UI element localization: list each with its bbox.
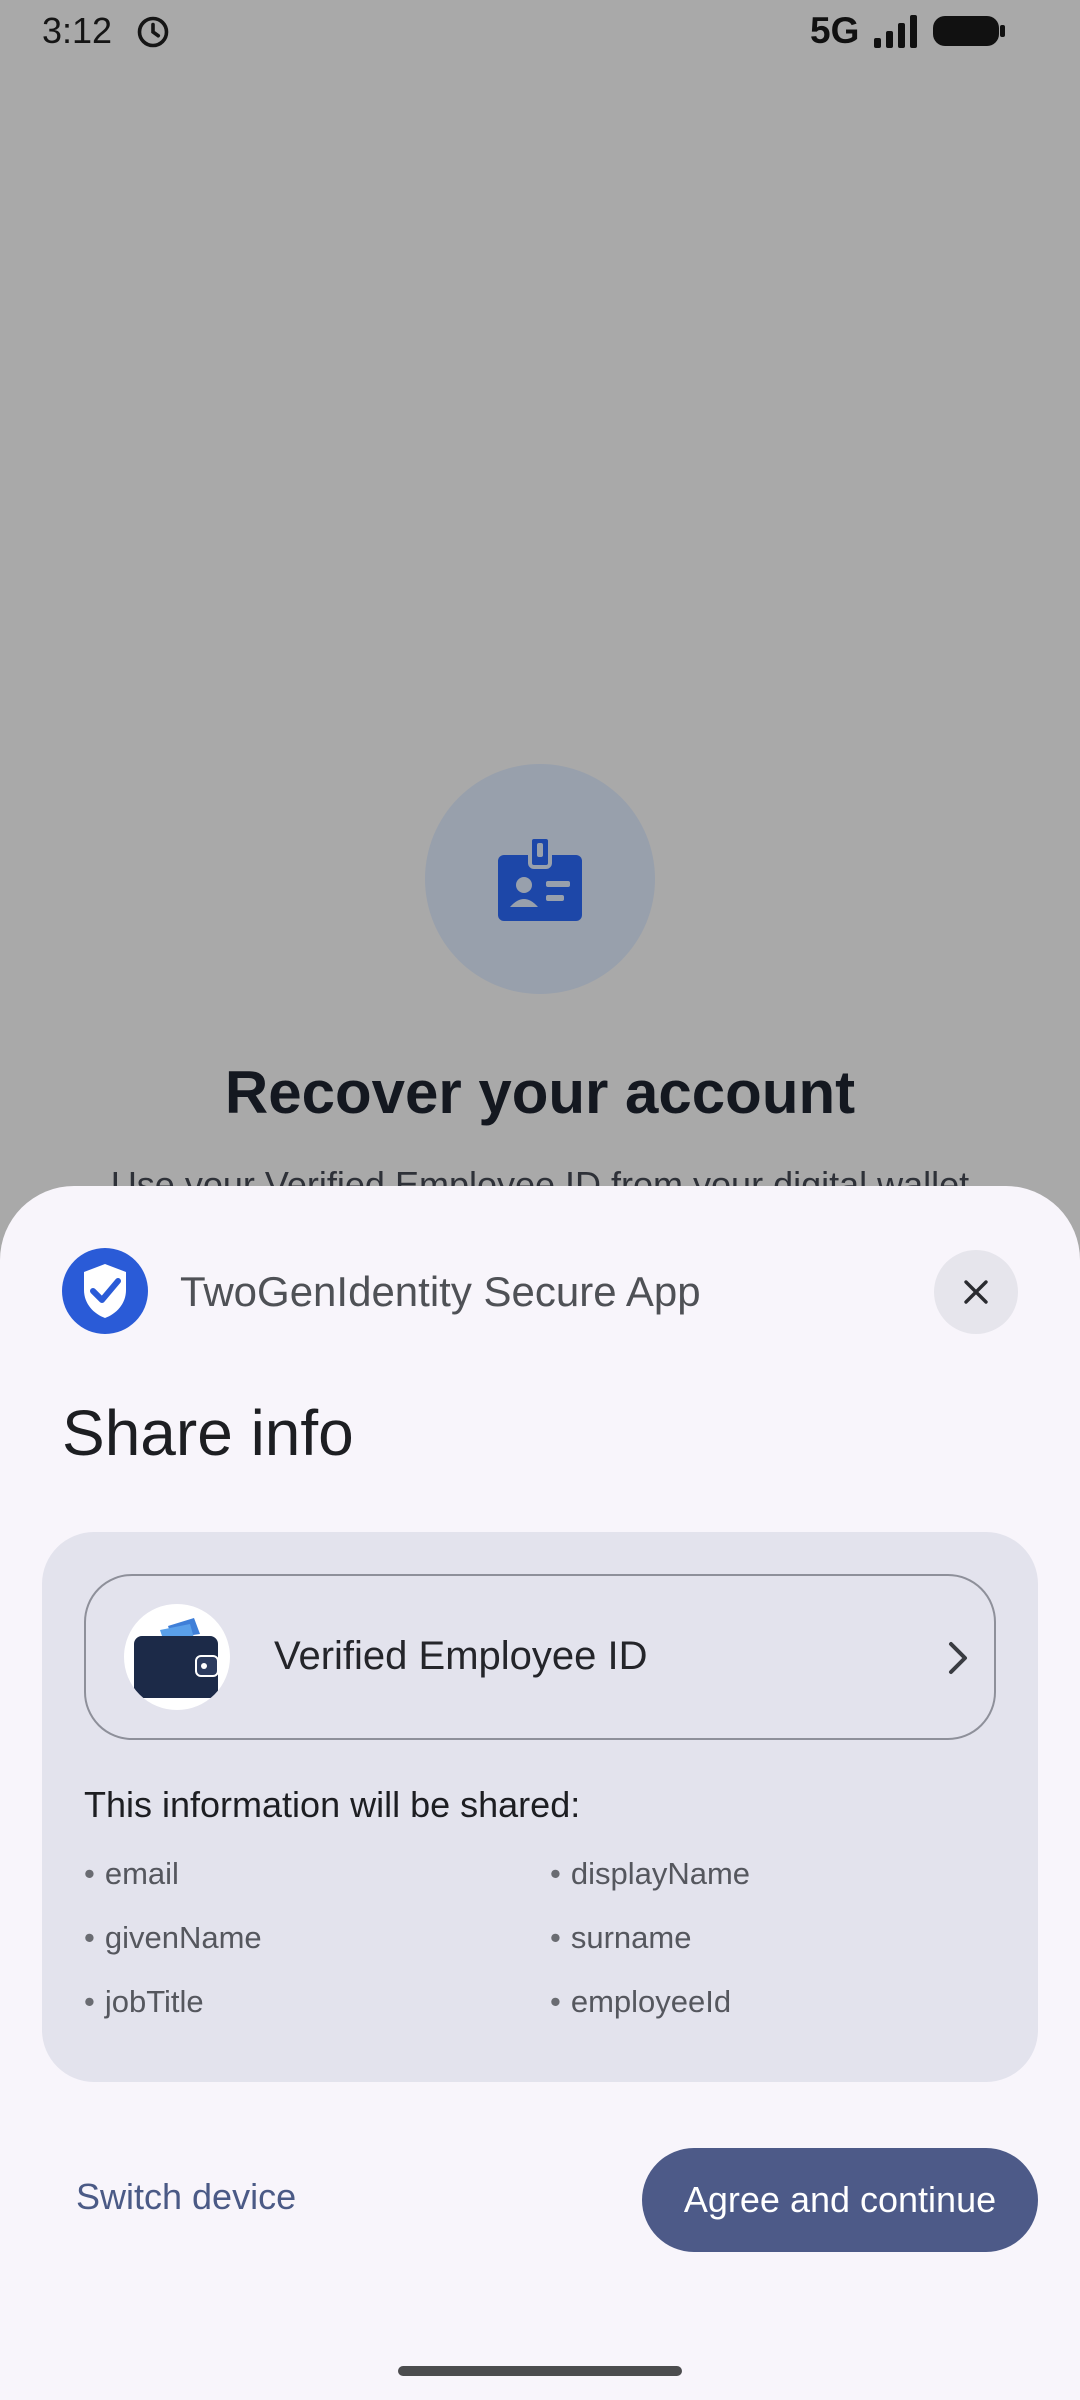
credential-label: Verified Employee ID (274, 1634, 648, 1678)
attribute-item: surname (550, 1920, 692, 1956)
page-title: Recover your account (224, 1059, 856, 1126)
switch-device-button[interactable]: Switch device (76, 2176, 296, 2218)
wallet-icon (134, 1618, 219, 1698)
status-bar: 3:12 5G (0, 0, 1080, 62)
battery-icon (933, 16, 1005, 46)
attribute-item: jobTitle (84, 1984, 204, 2020)
id-badge-icon (498, 835, 582, 921)
wallet-avatar (124, 1604, 230, 1710)
info-card: Verified Employee ID This information wi… (42, 1532, 1038, 2082)
shield-check-icon (62, 1248, 148, 1334)
close-button[interactable] (934, 1250, 1018, 1334)
attribute-item: displayName (550, 1856, 750, 1892)
status-time: 3:12 (42, 10, 113, 51)
agree-and-continue-button[interactable]: Agree and continue (642, 2148, 1038, 2252)
credential-selector[interactable]: Verified Employee ID (84, 1574, 996, 1740)
alarm-icon (137, 16, 169, 48)
network-type: 5G (810, 10, 860, 51)
share-info-sheet: TwoGenIdentity Secure App Share info Ver… (0, 1186, 1080, 2400)
attribute-item: givenName (84, 1920, 262, 1956)
shared-heading: This information will be shared: (84, 1784, 581, 1825)
close-icon (964, 1280, 988, 1304)
signal-icon (874, 15, 917, 48)
sheet-title: Share info (62, 1397, 354, 1469)
attribute-item: email (84, 1856, 179, 1892)
home-indicator[interactable] (398, 2366, 682, 2376)
chevron-right-icon (949, 1642, 967, 1674)
app-name: TwoGenIdentity Secure App (180, 1268, 701, 1315)
attribute-item: employeeId (550, 1984, 731, 2020)
